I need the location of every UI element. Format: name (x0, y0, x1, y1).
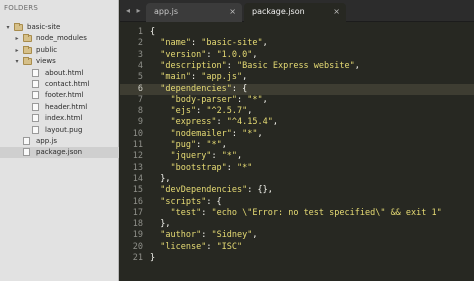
tab-label: app.js (154, 7, 178, 16)
chevron-right-icon[interactable]: ▸ (13, 45, 21, 56)
tree-folder[interactable]: ▾ basic-site (0, 22, 119, 33)
file-icon (32, 125, 39, 134)
folder-icon (14, 23, 23, 31)
line-number: 7 (137, 94, 143, 105)
line-number: 2 (137, 38, 143, 49)
file-icon (32, 91, 39, 100)
line-number: 5 (137, 72, 143, 83)
file-icon (32, 114, 39, 123)
close-icon[interactable]: × (229, 3, 236, 21)
line-number: 18 (132, 219, 143, 230)
tree-item-label: public (36, 45, 58, 54)
tree-item-label: package.json (36, 148, 83, 157)
tree-file[interactable]: header.html (0, 102, 119, 113)
tree-item-label: contact.html (45, 80, 90, 88)
tree-file[interactable]: contact.html (0, 79, 119, 90)
file-icon (23, 137, 30, 145)
code-line: "license": "ISC" (160, 241, 243, 252)
code-line: "dependencies": { (160, 83, 248, 94)
tree-folder[interactable]: ▸ node_modules (0, 33, 119, 44)
code-line: } (150, 253, 156, 263)
line-number: 12 (132, 151, 143, 162)
tree-item-label: index.html (45, 114, 83, 123)
tab-app-js[interactable]: app.js × (146, 3, 242, 22)
tree-folder[interactable]: ▸ public (0, 45, 119, 56)
line-number: 9 (137, 117, 143, 128)
code-line: "main": "app.js", (160, 72, 248, 83)
code-line: "express": "^4.15.4", (170, 117, 278, 128)
chevron-down-icon[interactable]: ▾ (13, 56, 21, 67)
tree-folder[interactable]: ▾ views (0, 56, 119, 67)
code-line: "body-parser": "*", (170, 94, 268, 105)
line-number: 1 (137, 27, 143, 37)
tree-item-label: views (36, 57, 56, 66)
code-line: }, (150, 173, 171, 184)
file-icon (32, 102, 39, 111)
line-number: 11 (132, 140, 143, 150)
sidebar: FOLDERS ▾ basic-site ▸ node_modules ▸ public ▾… (0, 0, 119, 281)
tree-item-label: node_modules (36, 34, 87, 43)
line-number: 6 (137, 83, 143, 94)
line-number: 16 (132, 196, 143, 207)
tree-file[interactable]: footer.html (0, 90, 119, 101)
code-line: "name": "basic-site", (160, 38, 268, 49)
file-icon (32, 80, 39, 88)
line-number: 21 (132, 253, 143, 263)
folder-icon (23, 34, 32, 43)
close-icon[interactable]: × (333, 3, 340, 21)
line-number: 3 (137, 49, 143, 60)
code-line: "bootstrap": "*" (170, 162, 253, 173)
code-line: "nodemailer": "*", (170, 128, 263, 139)
line-number: 20 (132, 241, 143, 252)
tree-file[interactable]: index.html (0, 113, 119, 124)
tree-item-label: layout.pug (45, 125, 83, 134)
tab-package-json[interactable]: package.json × (244, 3, 346, 22)
tree-item-label: app.js (36, 137, 57, 145)
tab-bar: ◂ ▸ app.js × package.json × (120, 0, 474, 22)
code-line: "devDependencies": {}, (160, 185, 273, 196)
tree-file[interactable]: app.js (0, 136, 119, 147)
file-icon (23, 148, 30, 157)
chevron-down-icon[interactable]: ▾ (4, 22, 12, 33)
code-line: "test": "echo \"Error: no test specified… (170, 207, 442, 218)
folder-icon (23, 57, 32, 66)
code-line: "scripts": { (160, 196, 222, 207)
tree-file[interactable]: about.html (0, 68, 119, 79)
code-line: "version": "1.0.0", (160, 49, 258, 60)
tab-label: package.json (252, 7, 305, 16)
code-line: { (150, 27, 156, 37)
folder-icon (23, 45, 32, 54)
line-number: 15 (132, 185, 143, 196)
line-number: 8 (137, 106, 143, 117)
code-line: "description": "Basic Express website", (160, 60, 360, 71)
line-number: 10 (132, 128, 143, 139)
tree-item-label: footer.html (45, 91, 84, 100)
sidebar-header: FOLDERS (4, 4, 38, 12)
tree-item-label: basic-site (27, 23, 61, 31)
tree-item-label: header.html (45, 102, 88, 111)
code-line: "ejs": "^2.5.7", (170, 106, 253, 117)
line-number-gutter: 1 2 3 4 5 6 7 8 9 10 11 12 13 14 15 16 17 18 19 20 21 (120, 22, 145, 281)
code-line: }, (150, 219, 171, 230)
line-number: 17 (132, 207, 143, 218)
file-icon (32, 68, 39, 77)
tree-item-label: about.html (45, 68, 84, 77)
tree-file[interactable]: layout.pug (0, 125, 119, 136)
line-number: 13 (132, 162, 143, 173)
line-number: 19 (132, 230, 143, 241)
code-line: "author": "Sidney", (160, 230, 258, 241)
line-number: 4 (137, 60, 143, 71)
code-line: "pug": "*", (170, 140, 227, 150)
tree-file[interactable]: package.json (0, 147, 119, 159)
chevron-right-icon[interactable]: ▸ (13, 33, 21, 44)
code-line: "jquery": "*", (170, 151, 243, 162)
line-number: 14 (132, 173, 143, 184)
tab-scroll-arrows[interactable]: ◂ ▸ (126, 6, 143, 15)
